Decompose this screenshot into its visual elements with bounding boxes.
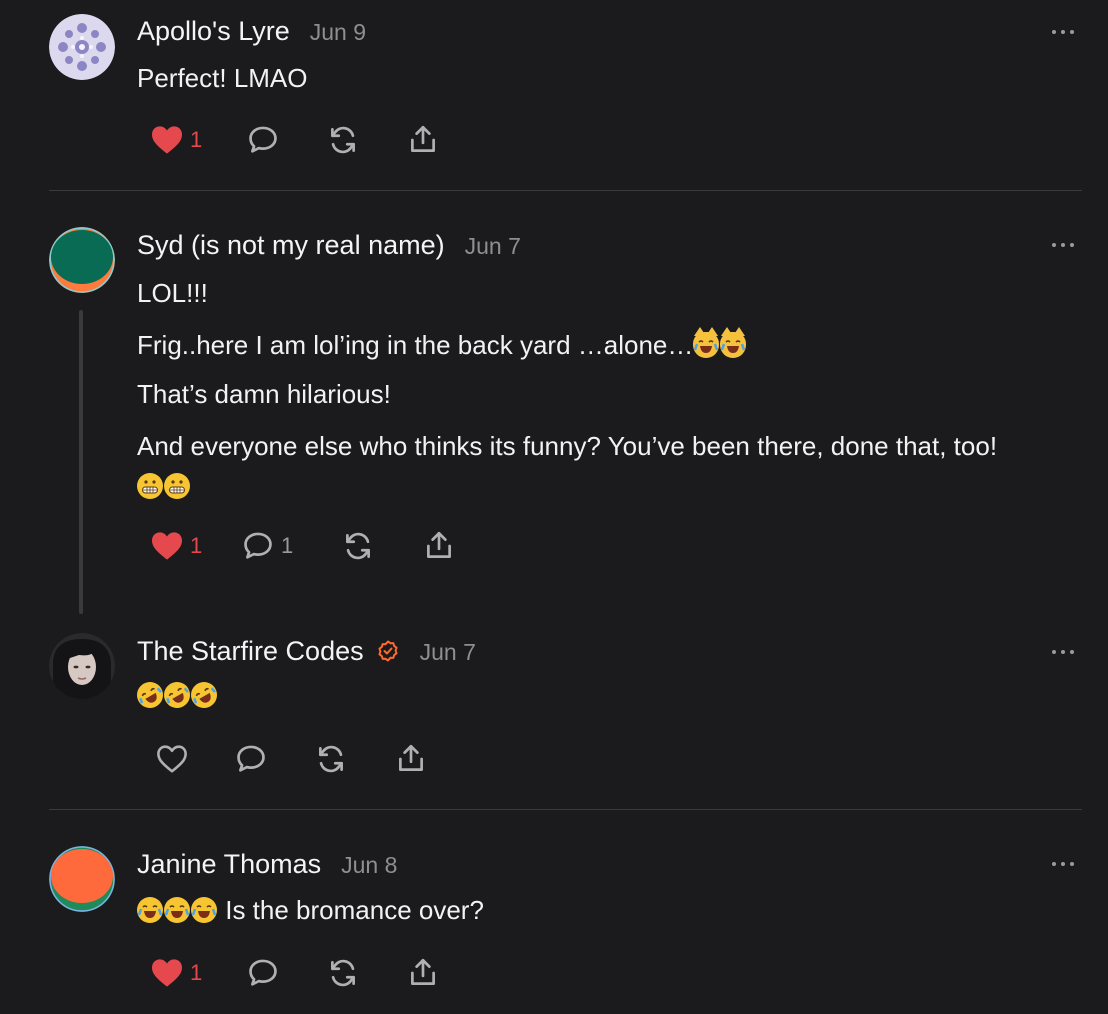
face-with-tears-of-joy-emoji <box>164 897 190 923</box>
action-bar <box>148 739 468 779</box>
comment-icon <box>237 745 265 772</box>
avatar[interactable] <box>49 14 115 80</box>
like-button[interactable]: 1 <box>150 953 202 993</box>
divider <box>49 809 1082 810</box>
comment-date[interactable]: Jun 7 <box>420 639 476 666</box>
comment-body: That’s damn hilarious! <box>137 378 391 410</box>
heart-icon <box>152 126 182 154</box>
restack-button[interactable] <box>341 526 375 566</box>
restack-button[interactable] <box>326 120 360 160</box>
comment-body: Frig..here I am lol’ing in the back yard… <box>137 327 747 361</box>
share-button[interactable] <box>406 120 440 160</box>
share-icon <box>411 125 435 152</box>
more-icon[interactable] <box>1050 27 1076 37</box>
comment-body: LOL!!! <box>137 277 208 309</box>
comment-body: Is the bromance over? <box>137 894 484 926</box>
comment-body: And everyone else who thinks its funny? … <box>137 430 997 502</box>
like-count: 1 <box>190 960 203 985</box>
more-icon[interactable] <box>1050 859 1076 869</box>
emoji-line <box>132 677 222 713</box>
share-button[interactable] <box>394 739 428 779</box>
reply-count: 1 <box>281 533 294 558</box>
restack-button[interactable] <box>314 739 348 779</box>
grimacing-face-emoji <box>164 473 190 499</box>
comment-text: Is the bromance over? <box>225 895 484 925</box>
restack-icon <box>331 126 355 154</box>
reply-button[interactable] <box>234 739 268 779</box>
share-icon <box>411 958 435 985</box>
share-icon <box>399 744 423 771</box>
comment-text-line: Frig..here I am lol’ing in the back yard… <box>137 327 747 361</box>
grimacing-face-emoji <box>137 473 163 499</box>
author-row: Apollo's Lyre Jun 9 <box>137 16 366 47</box>
crying-laughing-cat-emoji <box>693 327 720 358</box>
like-button[interactable]: 1 <box>150 120 202 160</box>
author-name[interactable]: Janine Thomas <box>137 849 321 880</box>
share-button[interactable] <box>422 526 456 566</box>
comment-icon <box>244 532 272 559</box>
divider <box>49 190 1082 191</box>
author-name[interactable]: The Starfire Codes <box>137 636 364 667</box>
comment-text-line: Is the bromance over? <box>137 894 484 926</box>
comment-date[interactable]: Jun 8 <box>341 852 397 879</box>
verified-icon <box>378 640 398 662</box>
reply-button[interactable]: 1 <box>241 526 293 566</box>
comment-date[interactable]: Jun 9 <box>310 19 366 46</box>
comment-body <box>132 677 222 713</box>
share-icon <box>427 531 451 558</box>
comment-text: That’s damn hilarious! <box>137 379 391 409</box>
heart-icon <box>152 532 182 560</box>
author-name[interactable]: Syd (is not my real name) <box>137 230 445 261</box>
like-count: 1 <box>190 127 203 152</box>
comment-icon <box>249 959 277 986</box>
like-count: 1 <box>190 533 203 558</box>
author-row: Janine Thomas Jun 8 <box>137 849 397 880</box>
reply-button[interactable] <box>246 953 280 993</box>
heart-icon <box>152 959 182 987</box>
face-with-tears-of-joy-emoji <box>191 897 217 923</box>
crying-laughing-cat-emoji <box>720 327 747 358</box>
emoji-line <box>137 470 997 502</box>
avatar[interactable] <box>49 633 115 699</box>
rolling-on-floor-laughing-emoji <box>186 677 222 713</box>
author-row: The Starfire Codes Jun 7 <box>137 636 476 667</box>
comment-text: And everyone else who thinks its funny? … <box>137 431 998 461</box>
more-icon[interactable] <box>1050 647 1076 657</box>
share-button[interactable] <box>406 953 440 993</box>
comment-text: LOL!!! <box>137 278 208 308</box>
comment-body: Perfect! LMAO <box>137 62 308 94</box>
restack-icon <box>331 959 355 987</box>
thread-line <box>79 310 83 614</box>
avatar[interactable] <box>49 227 115 293</box>
more-icon[interactable] <box>1050 240 1076 250</box>
restack-icon <box>319 745 343 773</box>
avatar[interactable] <box>49 846 115 912</box>
comment-text: Frig..here I am lol’ing in the back yard… <box>137 330 694 360</box>
face-with-tears-of-joy-emoji <box>137 897 163 923</box>
reply-button[interactable] <box>246 120 280 160</box>
comment-icon <box>249 126 277 153</box>
like-button[interactable] <box>155 739 189 779</box>
action-bar: 1 1 <box>148 526 468 566</box>
restack-button[interactable] <box>326 953 360 993</box>
like-button[interactable]: 1 <box>150 526 202 566</box>
action-bar: 1 <box>148 120 468 160</box>
heart-icon <box>157 745 187 773</box>
action-bar: 1 <box>148 953 468 993</box>
author-name[interactable]: Apollo's Lyre <box>137 16 290 47</box>
author-row: Syd (is not my real name) Jun 7 <box>137 230 521 261</box>
restack-icon <box>346 532 370 560</box>
comment-text: Perfect! LMAO <box>137 63 308 93</box>
comment-date[interactable]: Jun 7 <box>465 233 521 260</box>
